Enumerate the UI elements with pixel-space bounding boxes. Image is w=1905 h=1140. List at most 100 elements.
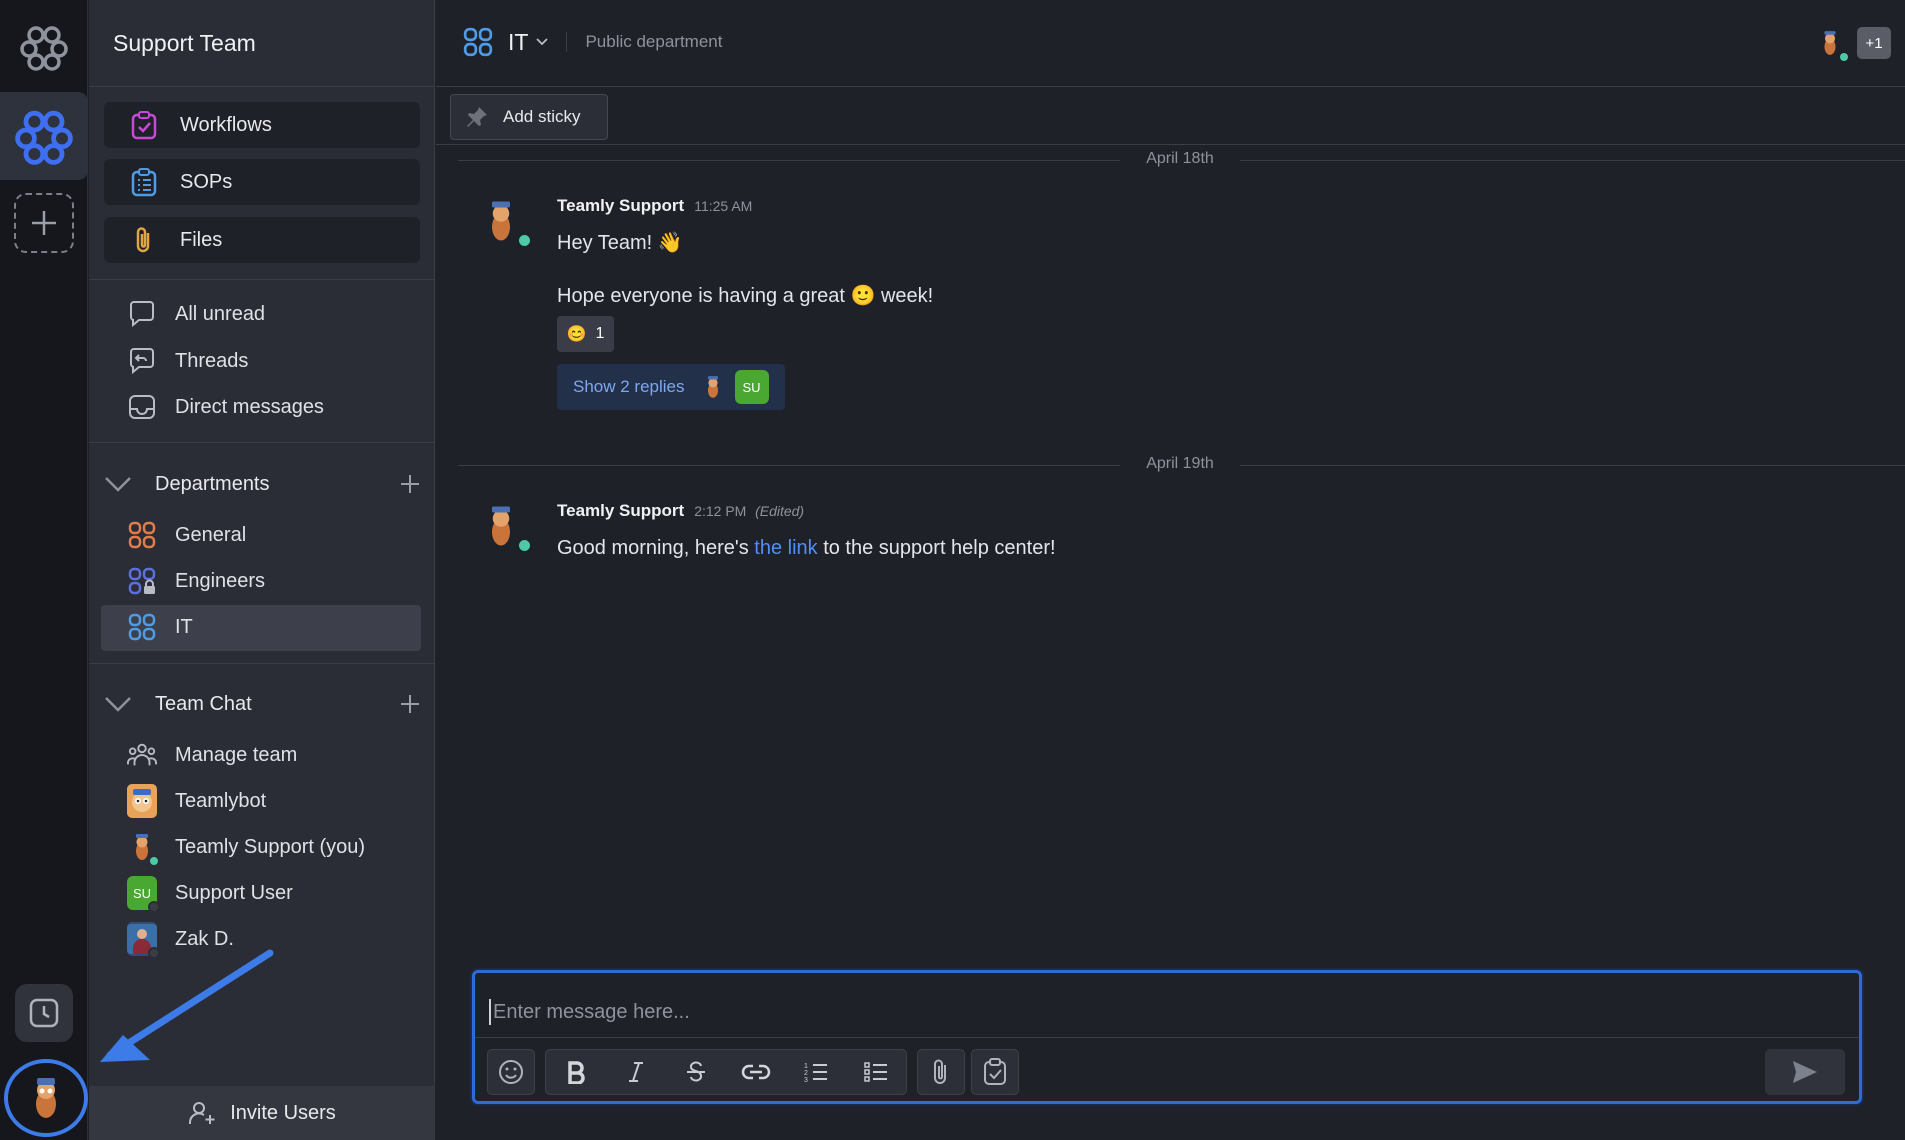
reply-avatar [701, 370, 725, 404]
message-text-part: week! [875, 285, 934, 307]
slight-smile-emoji: 🙂 [850, 285, 876, 307]
author-avatar[interactable] [478, 501, 532, 553]
author-name[interactable]: Teamly Support [557, 501, 684, 520]
department-label: Engineers [175, 569, 266, 592]
support-user-avatar: SU [127, 876, 160, 913]
nav-all-unread[interactable]: All unread [127, 297, 265, 331]
team-chat-label: Zak D. [175, 927, 234, 950]
ordered-list-icon: 123 [804, 1063, 827, 1084]
strikethrough-button[interactable] [666, 1050, 726, 1094]
department-general[interactable]: General [127, 518, 246, 552]
mascot-avatar-icon [492, 201, 510, 241]
italic-button[interactable] [606, 1050, 666, 1094]
author-avatar[interactable] [478, 196, 532, 248]
chevron-down-icon [536, 38, 549, 46]
pin-icon [467, 107, 487, 127]
department-it[interactable]: IT [127, 610, 193, 644]
chat-bubble-icon [127, 299, 157, 329]
svg-text:3: 3 [804, 1077, 808, 1084]
nav-direct-messages[interactable]: Direct messages [127, 390, 324, 424]
add-department-plus-icon[interactable] [399, 473, 421, 495]
teamly-support-avatar [127, 830, 160, 867]
private-department-icon [127, 566, 157, 596]
sidebar: Support Team Workflows SOPs Files All un… [89, 0, 435, 1140]
list-clipboard-icon [128, 166, 160, 198]
message-input[interactable]: Enter message here... [489, 999, 690, 1025]
bold-button[interactable] [546, 1050, 606, 1094]
chat-teamlybot[interactable]: Teamlybot [127, 784, 266, 818]
avatar-initials: SU [132, 885, 152, 901]
team-chat-title: Team Chat [155, 692, 252, 715]
manage-team-item[interactable]: Manage team [127, 738, 297, 772]
workflows-button[interactable]: Workflows [104, 102, 420, 148]
nav-threads[interactable]: Threads [127, 344, 248, 378]
add-sticky-label: Add sticky [503, 107, 581, 126]
add-task-button[interactable] [971, 1049, 1019, 1095]
sops-button[interactable]: SOPs [104, 159, 420, 205]
channel-members[interactable]: +1 [1813, 26, 1891, 63]
workspace-support-team[interactable] [0, 92, 88, 180]
author-name[interactable]: Teamly Support [557, 196, 684, 215]
send-button[interactable] [1765, 1049, 1845, 1095]
app-logo-icon [19, 22, 69, 72]
channel-title[interactable]: IT Public department [462, 26, 722, 58]
bullet-list-button[interactable] [846, 1050, 906, 1094]
reaction-chip[interactable]: 😊 1 [557, 316, 614, 352]
chat-zak-d[interactable]: Zak D. [127, 922, 234, 959]
add-workspace-button[interactable] [14, 193, 74, 253]
message-text-part: to the support help center! [817, 537, 1056, 559]
divider [89, 442, 435, 443]
reaction-count: 1 [595, 325, 605, 342]
help-center-link[interactable]: the link [754, 537, 817, 559]
chat-support-user[interactable]: SU Support User [127, 876, 293, 913]
files-button[interactable]: Files [104, 217, 420, 263]
nav-label: Threads [175, 349, 249, 372]
team-chat-section-header[interactable]: Team Chat [103, 686, 421, 722]
more-members-badge[interactable]: +1 [1857, 27, 1891, 59]
paperclip-icon [128, 224, 160, 256]
emoji-button[interactable] [487, 1049, 535, 1095]
composer-divider [475, 1037, 1859, 1038]
show-replies-button[interactable]: Show 2 replies SU [557, 364, 785, 410]
message-composer: Enter message here... 123 [472, 970, 1862, 1104]
bold-icon [568, 1061, 585, 1084]
divider [89, 86, 435, 87]
nav-label: All unread [175, 302, 266, 325]
message-text: Hey Team! 👋 [557, 232, 683, 254]
departments-section-header[interactable]: Departments [103, 466, 421, 502]
department-label: General [175, 523, 247, 546]
chevron-down-icon [103, 695, 133, 713]
plus-icon [32, 211, 56, 235]
link-button[interactable] [726, 1050, 786, 1094]
online-status-dot [1838, 51, 1850, 63]
mascot-avatar-icon [1824, 31, 1836, 55]
clock-icon [29, 998, 59, 1028]
add-chat-plus-icon[interactable] [399, 693, 421, 715]
add-user-icon [189, 1102, 215, 1124]
team-chat-label: Teamly Support (you) [175, 835, 366, 858]
history-button[interactable] [15, 984, 73, 1042]
department-engineers[interactable]: Engineers [127, 564, 265, 598]
team-name[interactable]: Support Team [113, 30, 256, 57]
workflows-label: Workflows [180, 113, 272, 136]
nav-label: Direct messages [175, 395, 324, 418]
message-text: Good morning, here's the link to the sup… [557, 537, 1056, 560]
inbox-icon [127, 392, 157, 422]
message-text-part: Hope everyone is having a great [557, 285, 851, 307]
message-text-part: Good morning, here's [557, 537, 755, 559]
attach-button[interactable] [917, 1049, 965, 1095]
svg-text:2: 2 [804, 1070, 808, 1077]
bot-face-icon [132, 789, 152, 812]
add-sticky-button[interactable]: Add sticky [450, 94, 608, 140]
message-header: Teamly Support 11:25 AM [557, 196, 752, 216]
chat-teamly-support-you[interactable]: Teamly Support (you) [127, 830, 366, 867]
invite-users-button[interactable]: Invite Users [89, 1086, 435, 1140]
divider [89, 663, 435, 664]
link-icon [741, 1064, 771, 1080]
clipboard-check-icon [972, 1050, 1018, 1094]
ordered-list-button[interactable]: 123 [786, 1050, 846, 1094]
date-label: April 18th [1120, 150, 1240, 168]
online-status-dot [517, 233, 532, 248]
divider [89, 279, 435, 280]
invite-users-label: Invite Users [230, 1101, 336, 1124]
